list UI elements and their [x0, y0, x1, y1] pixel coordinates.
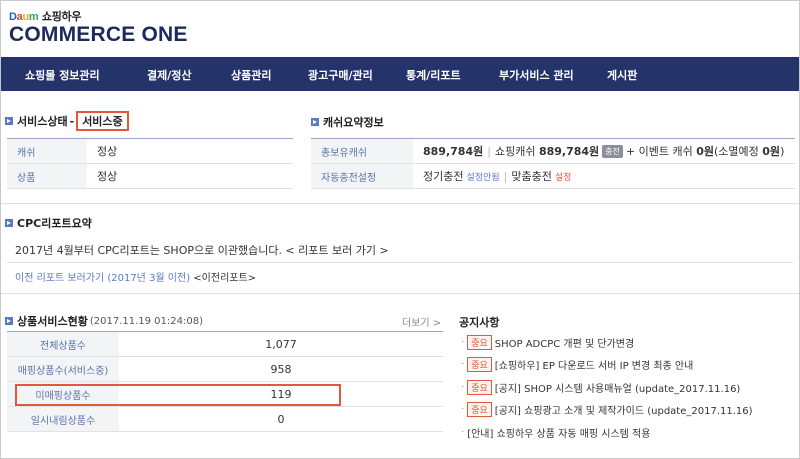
main-nav: 쇼핑몰 정보관리 결제/정산 상품관리 광고구매/관리 통계/리포트 부가서비스…: [1, 57, 799, 91]
nav-item-products[interactable]: 상품관리: [231, 67, 271, 83]
notice-title: 공지사항: [459, 316, 500, 329]
list-item[interactable]: · 중요 [공지] SHOP 시스템 사용매뉴얼 (update_2017.11…: [461, 376, 791, 399]
cpc-report-notice[interactable]: 2017년 4월부터 CPC리포트는 SHOP으로 이관했습니다. < 리포트 …: [15, 242, 389, 258]
table-row: 매핑상품수(서비스중) 958: [7, 357, 443, 382]
table-row: 전체상품수 1,077: [7, 332, 443, 357]
nav-item-board[interactable]: 게시판: [607, 67, 637, 83]
custom-charge-setting-link[interactable]: 설정: [555, 170, 572, 183]
service-status-table: 캐쉬 정상 상품 정상: [7, 138, 293, 189]
important-badge: 중요: [467, 402, 492, 418]
product-stats-title: 상품서비스현황 (2017.11.19 01:24:08): [5, 313, 203, 329]
list-item[interactable]: · 중요 [공지] 쇼핑광고 소개 및 제작가이드 (update_2017.1…: [461, 399, 791, 422]
cash-summary-table: 총보유캐쉬 889,784원 | 쇼핑캐쉬 889,784원 충전 + 이벤트 …: [311, 138, 795, 189]
section-bullet-icon: [311, 118, 319, 126]
table-row: 총보유캐쉬 889,784원 | 쇼핑캐쉬 889,784원 충전 + 이벤트 …: [311, 139, 795, 164]
cpc-report-title: CPC리포트요약: [5, 215, 92, 231]
nav-item-addon[interactable]: 부가서비스 관리: [499, 67, 574, 83]
list-item[interactable]: · 중요 SHOP ADCPC 개편 및 단가변경: [461, 331, 791, 354]
regular-charge-setting-link[interactable]: 설정안됨: [466, 170, 499, 183]
product-stats-table: 전체상품수 1,077 매핑상품수(서비스중) 958 미매핑상품수 119 일…: [7, 331, 443, 432]
table-row: 캐쉬 정상: [7, 139, 293, 164]
prev-report-link[interactable]: 이전 리포트 보러가기 (2017년 3월 이전) <이전리포트>: [15, 269, 256, 284]
auto-charge-value: 정기충전 설정안됨 | 맞춤충전 설정: [423, 169, 572, 184]
list-item[interactable]: · 중요 [쇼핑하우] EP 다운로드 서버 IP 변경 최종 안내: [461, 354, 791, 377]
nav-item-payment[interactable]: 결제/정산: [147, 67, 192, 83]
service-status-badge: 서비스중: [76, 111, 129, 131]
logo-main[interactable]: COMMERCE ONE: [9, 23, 188, 47]
logo-top[interactable]: Daum 쇼핑하우: [9, 8, 82, 24]
charge-button[interactable]: 충전: [602, 144, 623, 158]
daum-logo: Daum: [9, 11, 39, 23]
cash-summary-value: 889,784원 | 쇼핑캐쉬 889,784원 충전 + 이벤트 캐쉬 0원(…: [423, 144, 785, 158]
more-link[interactable]: 더보기 >: [402, 314, 441, 329]
nav-item-shop-info[interactable]: 쇼핑몰 정보관리: [25, 67, 100, 83]
nav-item-ads[interactable]: 광고구매/관리: [308, 67, 373, 83]
cash-summary-title: 캐쉬요약정보: [311, 114, 384, 130]
section-bullet-icon: [5, 117, 13, 125]
important-badge: 중요: [467, 379, 492, 395]
list-item[interactable]: · [안내] 쇼핑하우 상품 자동 매핑 시스템 적용: [461, 421, 791, 444]
table-row: 미매핑상품수 119: [7, 382, 443, 407]
divider: [1, 203, 799, 204]
divider: [7, 262, 793, 263]
table-row: 자동충전설정 정기충전 설정안됨 | 맞춤충전 설정: [311, 164, 795, 189]
section-bullet-icon: [5, 219, 13, 227]
important-badge: 중요: [467, 334, 492, 350]
section-bullet-icon: [5, 317, 13, 325]
logo-sub: 쇼핑하우: [41, 10, 82, 23]
stats-timestamp: (2017.11.19 01:24:08): [89, 315, 203, 327]
nav-item-stats[interactable]: 통계/리포트: [406, 67, 461, 83]
page-frame: Daum 쇼핑하우 COMMERCE ONE 쇼핑몰 정보관리 결제/정산 상품…: [0, 0, 800, 459]
notice-list: · 중요 SHOP ADCPC 개편 및 단가변경 · 중요 [쇼핑하우] EP…: [461, 331, 791, 444]
table-row: 상품 정상: [7, 164, 293, 189]
header: Daum 쇼핑하우 COMMERCE ONE: [1, 1, 799, 57]
divider: [1, 293, 799, 294]
important-badge: 중요: [467, 357, 492, 373]
table-row: 일시내림상품수 0: [7, 407, 443, 432]
service-status-title: 서비스상태 - 서비스중: [5, 111, 129, 131]
